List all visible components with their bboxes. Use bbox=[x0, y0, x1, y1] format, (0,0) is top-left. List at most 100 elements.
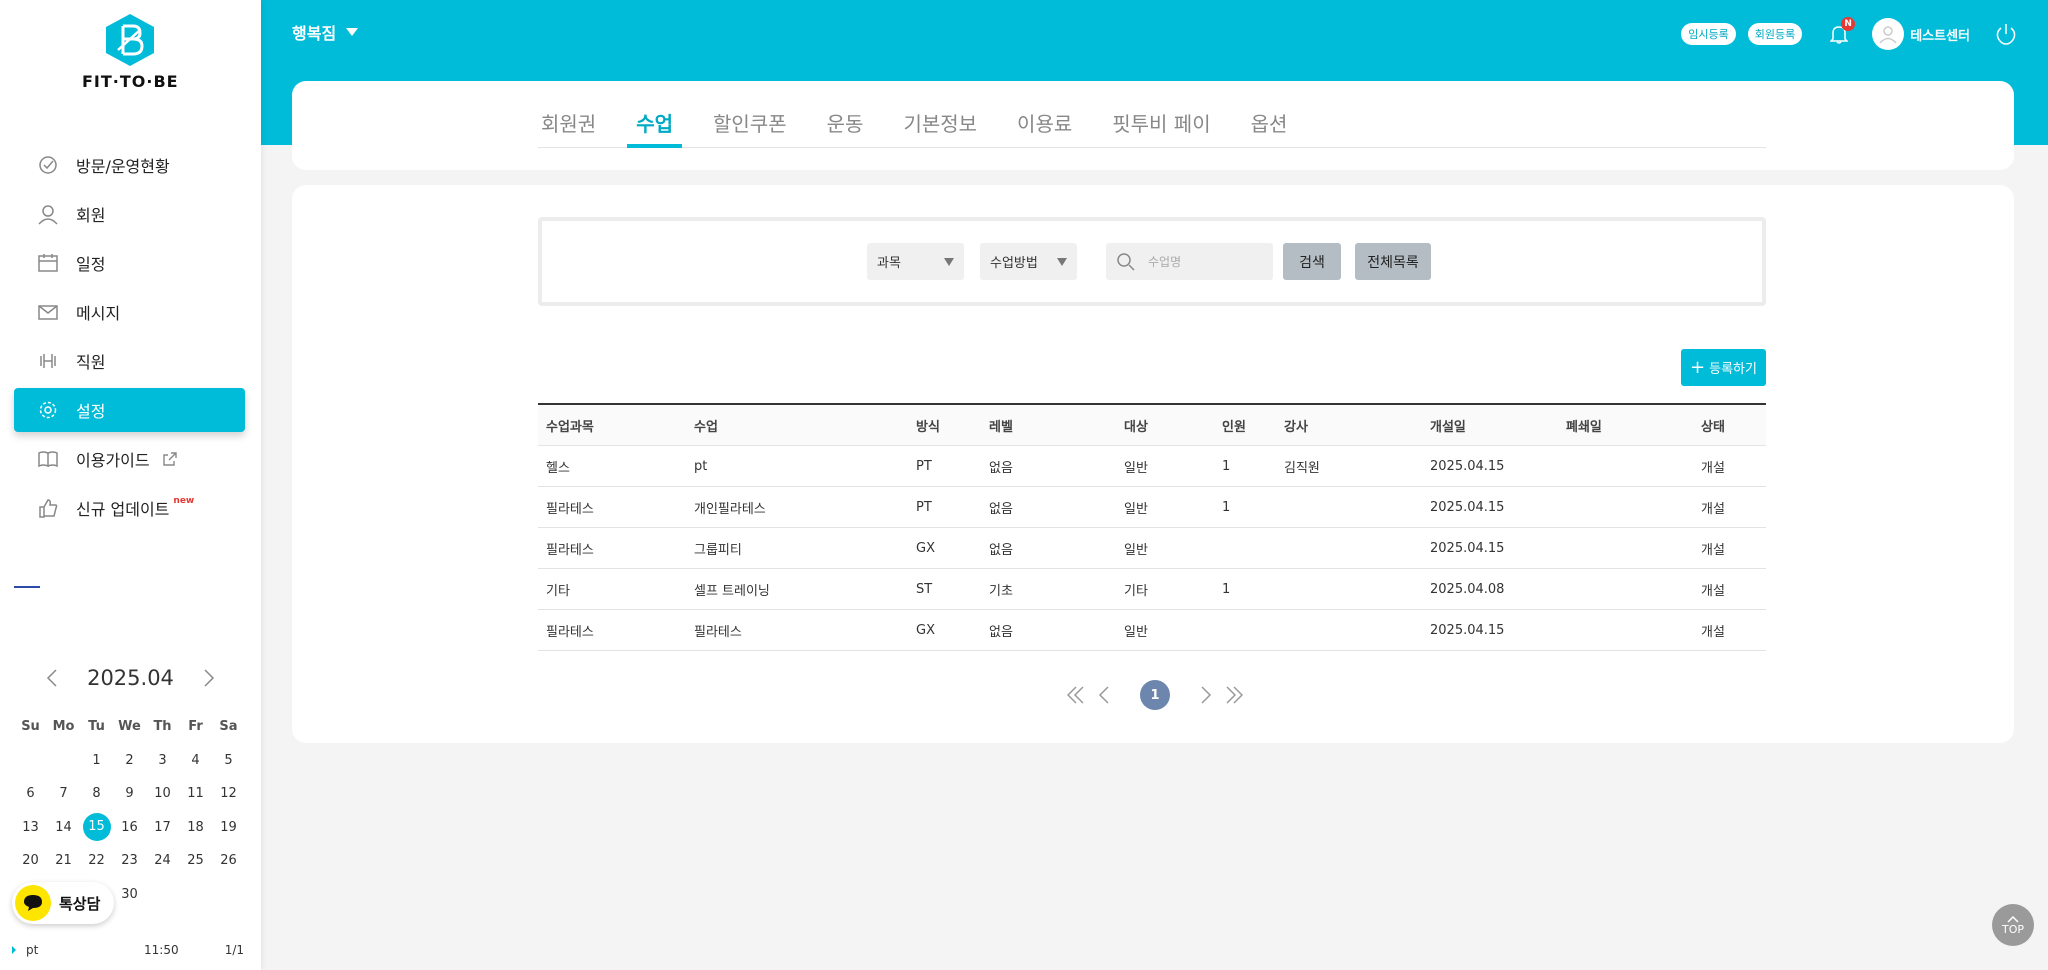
calendar-day[interactable]: 16 bbox=[113, 820, 146, 835]
chat-label: 톡상담 bbox=[59, 894, 101, 913]
calendar-day[interactable]: 26 bbox=[212, 853, 245, 868]
calendar-day-number: 8 bbox=[92, 786, 101, 802]
sidebar-item-staff[interactable]: 직원 bbox=[14, 339, 245, 383]
calendar-day[interactable]: 14 bbox=[47, 820, 80, 835]
calendar-next-button[interactable] bbox=[194, 668, 224, 688]
calendar-day[interactable]: 6 bbox=[14, 786, 47, 801]
table-header-cell: 개설일 bbox=[1430, 419, 1466, 435]
table-cell: 일반 bbox=[1124, 624, 1148, 640]
sidebar-item-members[interactable]: 회원 bbox=[14, 192, 245, 236]
page-number-current[interactable]: 1 bbox=[1140, 680, 1170, 710]
prev-page-button[interactable] bbox=[1090, 681, 1118, 709]
gym-selector[interactable]: 행복짐 bbox=[292, 20, 359, 44]
table-row[interactable]: 필라테스 그룹피티 GX 없음 일반 2025.04.15 개설 bbox=[538, 528, 1766, 569]
schedule-time: 11:50 bbox=[144, 943, 179, 957]
temp-register-button[interactable]: 임시등록 bbox=[1681, 23, 1736, 45]
calendar-day[interactable]: 9 bbox=[113, 786, 146, 801]
gear-icon bbox=[36, 398, 60, 422]
person-icon bbox=[36, 202, 60, 226]
tab-options[interactable]: 옵션 bbox=[1248, 108, 1291, 147]
schedule-item[interactable]: pt 11:50 1/1 bbox=[12, 943, 244, 957]
calendar-day[interactable]: 4 bbox=[179, 753, 212, 768]
calendar-day-number: 5 bbox=[224, 752, 233, 768]
scroll-top-button[interactable]: TOP bbox=[1992, 904, 2034, 946]
calendar-day[interactable]: 23 bbox=[113, 853, 146, 868]
notification-badge: N bbox=[1841, 17, 1856, 31]
last-page-button[interactable] bbox=[1220, 681, 1248, 709]
dropdown-arrow-icon bbox=[1057, 258, 1067, 266]
calendar-day[interactable]: 12 bbox=[212, 786, 245, 801]
tab-membership[interactable]: 회원권 bbox=[538, 108, 599, 147]
top-label: TOP bbox=[2001, 922, 2024, 936]
sidebar-item-guide[interactable]: 이용가이드 bbox=[14, 437, 245, 481]
tab-exercise[interactable]: 운동 bbox=[824, 108, 867, 147]
method-select[interactable]: 수업방법 bbox=[980, 243, 1077, 280]
brand-logo[interactable]: FIT·TO·BE bbox=[82, 12, 178, 91]
table-cell: PT bbox=[916, 458, 932, 474]
calendar-day[interactable]: 21 bbox=[47, 853, 80, 868]
gym-name: 행복짐 bbox=[292, 24, 337, 43]
user-menu[interactable]: 테스트센터 bbox=[1872, 18, 1970, 50]
logout-button[interactable] bbox=[1994, 22, 2018, 46]
first-page-button[interactable] bbox=[1062, 681, 1090, 709]
table-row[interactable]: 필라테스 개인필라테스 PT 없음 일반 1 2025.04.15 개설 bbox=[538, 487, 1766, 528]
calendar-day[interactable]: 18 bbox=[179, 820, 212, 835]
calendar-weekday: Sa bbox=[219, 719, 238, 735]
table-row[interactable]: 헬스 pt PT 없음 일반 1 김직원 2025.04.15 개설 bbox=[538, 446, 1766, 487]
calendar-day[interactable]: 17 bbox=[146, 820, 179, 835]
sidebar-item-label: 일정 bbox=[76, 255, 106, 274]
calendar-day[interactable]: 13 bbox=[14, 820, 47, 835]
calendar-day-number: 9 bbox=[125, 786, 134, 802]
tab-coupons[interactable]: 할인쿠폰 bbox=[710, 108, 790, 147]
table-cell: 일반 bbox=[1124, 460, 1148, 476]
calendar-day[interactable]: 30 bbox=[113, 887, 146, 902]
sidebar-item-messages[interactable]: 메시지 bbox=[14, 290, 245, 334]
tab-basic-info[interactable]: 기본정보 bbox=[900, 108, 980, 147]
calendar-day[interactable]: 19 bbox=[212, 820, 245, 835]
member-register-button[interactable]: 회원등록 bbox=[1747, 23, 1803, 45]
calendar-day[interactable]: 3 bbox=[146, 753, 179, 768]
table-cell: 개설 bbox=[1701, 501, 1725, 517]
calendar-day[interactable]: 25 bbox=[179, 853, 212, 868]
sidebar-item-settings[interactable]: 설정 bbox=[14, 388, 245, 432]
calendar-day-number: 21 bbox=[55, 853, 72, 869]
search-button[interactable]: 검색 bbox=[1283, 243, 1341, 280]
calendar-day[interactable]: 24 bbox=[146, 853, 179, 868]
calendar-weekday: Tu bbox=[88, 719, 105, 735]
notification-button[interactable]: N bbox=[1828, 17, 1856, 45]
sidebar-item-schedule[interactable]: 일정 bbox=[14, 241, 245, 285]
tab-fittobe-pay[interactable]: 핏투비 페이 bbox=[1109, 108, 1213, 147]
table-row[interactable]: 필라테스 필라테스 GX 없음 일반 2025.04.15 개설 bbox=[538, 610, 1766, 651]
calendar-day[interactable]: 20 bbox=[14, 853, 47, 868]
calendar-day[interactable]: 5 bbox=[212, 753, 245, 768]
register-class-button[interactable]: + 등록하기 bbox=[1681, 349, 1766, 386]
calendar-day[interactable]: 15 bbox=[80, 813, 113, 842]
tab-fees[interactable]: 이용료 bbox=[1014, 108, 1075, 147]
class-name-input[interactable] bbox=[1146, 253, 1256, 270]
calendar-prev-button[interactable] bbox=[37, 668, 67, 688]
calendar-day[interactable]: 11 bbox=[179, 786, 212, 801]
tab-classes[interactable]: 수업 bbox=[627, 108, 682, 148]
table-header-cell: 강사 bbox=[1284, 419, 1308, 435]
next-page-button[interactable] bbox=[1192, 681, 1220, 709]
sidebar-item-visit-status[interactable]: 방문/운영현황 bbox=[14, 143, 245, 187]
calendar-week-row: 20 21 22 23 24 25 26 bbox=[14, 844, 245, 878]
calendar-day-number: 6 bbox=[26, 786, 35, 802]
sidebar-item-updates[interactable]: 신규 업데이트 new bbox=[14, 486, 245, 530]
table-cell: 필라테스 bbox=[546, 542, 594, 558]
calendar-day-number: 3 bbox=[158, 752, 167, 768]
calendar-day-number: 18 bbox=[187, 819, 204, 835]
show-all-button[interactable]: 전체목록 bbox=[1355, 243, 1431, 280]
chat-consult-button[interactable]: 톡상담 bbox=[12, 882, 114, 924]
search-icon bbox=[1117, 252, 1135, 271]
subject-select[interactable]: 과목 bbox=[867, 243, 964, 280]
calendar-day[interactable]: 7 bbox=[47, 786, 80, 801]
calendar-day[interactable]: 22 bbox=[80, 853, 113, 868]
calendar-day[interactable]: 10 bbox=[146, 786, 179, 801]
pagination: 1 bbox=[1062, 680, 1248, 710]
calendar-day[interactable]: 2 bbox=[113, 753, 146, 768]
table-header-cell: 인원 bbox=[1222, 419, 1246, 435]
calendar-day[interactable]: 1 bbox=[80, 753, 113, 768]
calendar-day[interactable]: 8 bbox=[80, 786, 113, 801]
table-row[interactable]: 기타 셀프 트레이닝 ST 기초 기타 1 2025.04.08 개설 bbox=[538, 569, 1766, 610]
